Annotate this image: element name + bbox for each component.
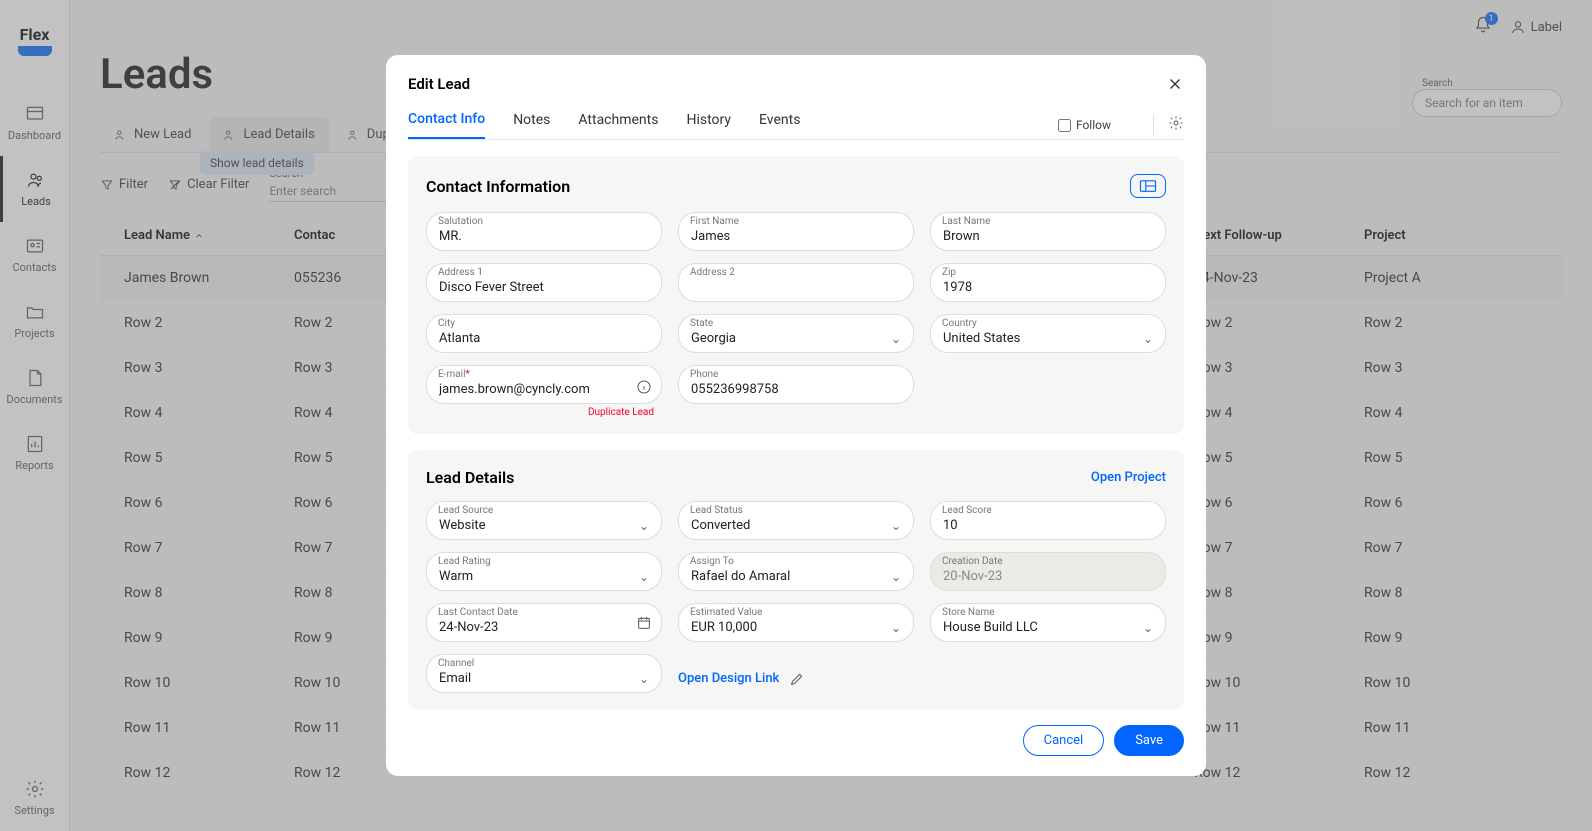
- zip-input[interactable]: [930, 263, 1166, 302]
- save-button[interactable]: Save: [1114, 725, 1184, 756]
- email-field: E-mail* Duplicate Lead: [426, 365, 662, 418]
- chevron-down-icon: ⌄: [639, 672, 649, 686]
- modal-title: Edit Lead: [408, 75, 470, 93]
- chevron-down-icon: ⌄: [891, 332, 901, 346]
- gear-icon: [1168, 115, 1184, 131]
- modal-tab-history[interactable]: History: [686, 112, 731, 138]
- field-label: City: [438, 318, 455, 329]
- lead-score-field: Lead Score: [930, 501, 1166, 540]
- close-icon[interactable]: [1166, 75, 1184, 93]
- follow-label: Follow: [1076, 118, 1111, 132]
- modal-tabs: Contact Info Notes Attachments History E…: [408, 111, 1184, 140]
- open-design-link[interactable]: Open Design Link: [678, 671, 779, 686]
- field-label: Address 2: [690, 267, 735, 278]
- field-label: Estimated Value: [690, 607, 762, 618]
- field-label: Store Name: [942, 607, 995, 618]
- follow-check[interactable]: [1058, 119, 1071, 132]
- modal-tab-attachments[interactable]: Attachments: [578, 112, 658, 138]
- field-label: E-mail*: [438, 369, 470, 380]
- field-label: Channel: [438, 658, 474, 669]
- lead-source-field: Lead Source Website⌄: [426, 501, 662, 540]
- creation-date-field: Creation Date: [930, 552, 1166, 591]
- designs-button[interactable]: [1130, 174, 1166, 198]
- chevron-down-icon: ⌄: [1143, 621, 1153, 635]
- channel-field: Channel Email⌄: [426, 654, 662, 693]
- chevron-down-icon: ⌄: [639, 570, 649, 584]
- field-label: Salutation: [438, 216, 483, 227]
- field-label: Last Contact Date: [438, 607, 518, 618]
- last-contact-field: Last Contact Date: [426, 603, 662, 642]
- field-label: State: [690, 318, 713, 329]
- first-name-field: First Name: [678, 212, 914, 251]
- field-label: Creation Date: [942, 556, 1003, 567]
- field-label: Lead Status: [690, 505, 743, 516]
- follow-checkbox[interactable]: Follow: [1058, 118, 1111, 132]
- design-link-row: Open Design Link: [678, 654, 1166, 693]
- chevron-down-icon: ⌄: [891, 570, 901, 584]
- field-label: Zip: [942, 267, 956, 278]
- lead-rating-field: Lead Rating Warm⌄: [426, 552, 662, 591]
- chevron-down-icon: ⌄: [891, 621, 901, 635]
- modal-settings-button[interactable]: [1153, 115, 1184, 135]
- modal-tab-events[interactable]: Events: [759, 112, 800, 138]
- lead-status-field: Lead Status Converted⌄: [678, 501, 914, 540]
- field-label: Last Name: [942, 216, 990, 227]
- last-name-field: Last Name: [930, 212, 1166, 251]
- section-title: Contact Information: [426, 177, 570, 196]
- modal-footer: Cancel Save: [408, 725, 1184, 756]
- field-label: Lead Rating: [438, 556, 491, 567]
- pencil-icon[interactable]: [789, 671, 805, 687]
- field-label: Assign To: [690, 556, 734, 567]
- chevron-down-icon: ⌄: [891, 519, 901, 533]
- contact-info-section: Contact Information Salutation First Nam…: [408, 156, 1184, 434]
- field-label: Lead Source: [438, 505, 493, 516]
- country-field: Country United States⌄: [930, 314, 1166, 353]
- field-label: First Name: [690, 216, 739, 227]
- edit-lead-modal: Edit Lead Contact Info Notes Attachments…: [386, 55, 1206, 776]
- city-field: City: [426, 314, 662, 353]
- salutation-field: Salutation: [426, 212, 662, 251]
- store-name-field: Store Name House Build LLC⌄: [930, 603, 1166, 642]
- assign-to-field: Assign To Rafael do Amaral⌄: [678, 552, 914, 591]
- lead-details-section: Lead Details Open Project Lead Source We…: [408, 450, 1184, 709]
- open-project-link[interactable]: Open Project: [1091, 470, 1166, 485]
- section-title: Lead Details: [426, 468, 514, 487]
- field-label: Phone: [690, 369, 718, 380]
- modal-overlay: Edit Lead Contact Info Notes Attachments…: [0, 0, 1592, 831]
- modal-tab-contact-info[interactable]: Contact Info: [408, 111, 485, 139]
- cancel-button[interactable]: Cancel: [1023, 725, 1105, 756]
- field-label: Address 1: [438, 267, 483, 278]
- info-icon[interactable]: [636, 379, 652, 395]
- address1-field: Address 1: [426, 263, 662, 302]
- state-field: State Georgia⌄: [678, 314, 914, 353]
- phone-field: Phone: [678, 365, 914, 418]
- field-label: Country: [942, 318, 977, 329]
- address2-field: Address 2: [678, 263, 914, 302]
- state-select[interactable]: Georgia⌄: [678, 314, 914, 353]
- estimated-value-field: Estimated Value EUR 10,000⌄: [678, 603, 914, 642]
- calendar-icon[interactable]: [636, 615, 652, 631]
- zip-field: Zip: [930, 263, 1166, 302]
- chevron-down-icon: ⌄: [1143, 332, 1153, 346]
- email-error: Duplicate Lead: [426, 407, 662, 418]
- modal-tab-notes[interactable]: Notes: [513, 112, 550, 138]
- field-label: Lead Score: [942, 505, 992, 516]
- layout-icon: [1139, 179, 1157, 193]
- city-input[interactable]: [426, 314, 662, 353]
- chevron-down-icon: ⌄: [639, 519, 649, 533]
